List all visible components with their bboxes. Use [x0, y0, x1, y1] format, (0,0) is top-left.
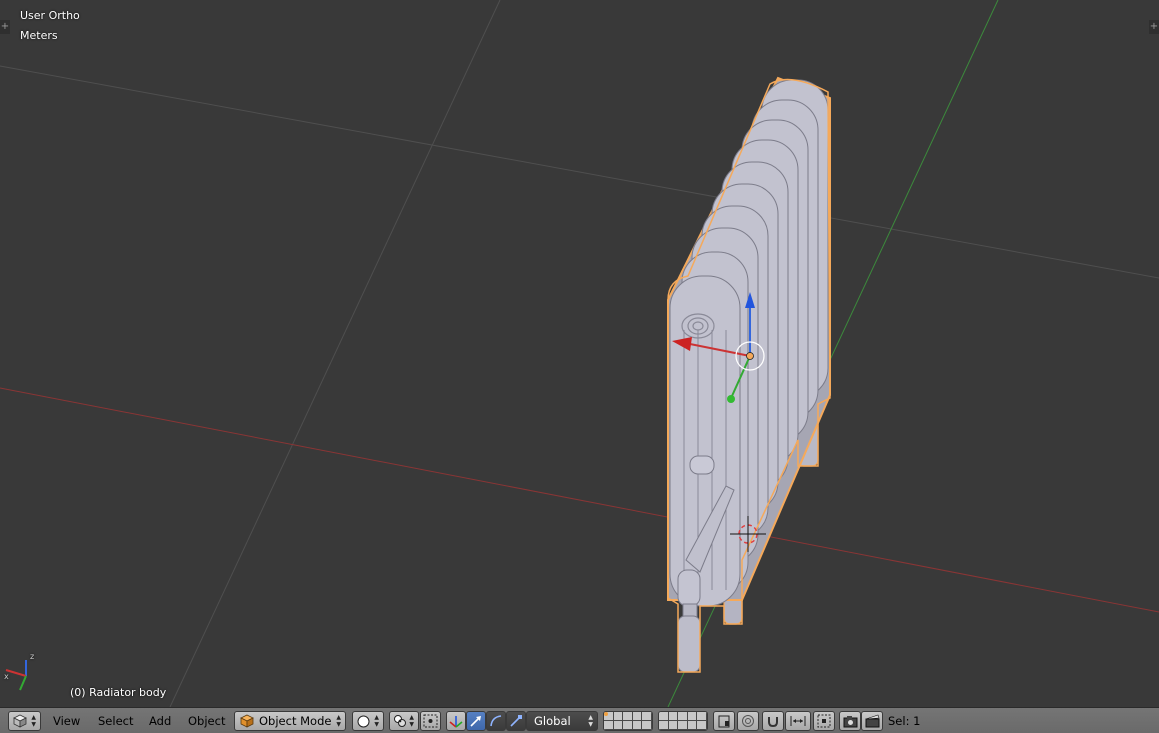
dropdown-arrows-icon: ▲ ▼ [374, 714, 379, 728]
translate-icon [470, 716, 481, 727]
mode-dropdown[interactable]: Object Mode ▲ ▼ [234, 711, 346, 731]
dropdown-arrows-icon: ▲ ▼ [588, 714, 593, 728]
manipulator-toggle-icon [449, 716, 463, 728]
viewport-shading-dropdown[interactable]: ▲ ▼ [352, 711, 384, 731]
mini-axis-x-label: x [4, 672, 9, 681]
solid-shading-sphere-icon [357, 715, 370, 727]
clapperboard-icon [865, 714, 879, 728]
rotate-mode-button[interactable] [486, 711, 506, 731]
opengl-render-animation-button[interactable] [861, 711, 883, 731]
x-axis-line [0, 387, 1159, 613]
pivot-point-dropdown[interactable]: ▲ ▼ [389, 711, 419, 731]
snap-increment-icon [790, 716, 806, 726]
orientation-label: Global [534, 714, 571, 728]
cube-icon [13, 714, 27, 728]
properties-expand-icon[interactable]: + [1149, 20, 1159, 34]
mode-label: Object Mode [259, 714, 332, 728]
dropdown-arrows-icon: ▲ ▼ [31, 714, 36, 728]
snap-target-icon [817, 714, 831, 728]
menu-object[interactable]: Object [188, 714, 225, 728]
proportional-editing-button[interactable] [737, 711, 759, 731]
magnet-icon [768, 717, 778, 728]
grid-line [0, 65, 1159, 279]
rotate-icon [490, 715, 502, 727]
snap-element-dropdown[interactable] [785, 711, 811, 731]
viewport-scene[interactable] [0, 0, 1159, 707]
translate-mode-button[interactable] [466, 711, 486, 731]
manipulate-center-button[interactable] [420, 711, 441, 731]
lock-layers-button[interactable] [713, 711, 735, 731]
snap-toggle-button[interactable] [762, 711, 784, 731]
transform-orientation-dropdown[interactable]: Global ▲ ▼ [526, 711, 598, 731]
editor-type-button[interactable]: ▲ ▼ [8, 711, 41, 731]
menu-select[interactable]: Select [98, 714, 133, 728]
dropdown-arrows-icon: ▲ ▼ [409, 714, 414, 728]
layers-group-2[interactable] [658, 711, 708, 731]
object-origin [746, 352, 754, 360]
y-handle-dot [727, 395, 735, 403]
mini-axis-z-label: z [30, 652, 35, 661]
menu-view[interactable]: View [53, 714, 80, 728]
menu-add[interactable]: Add [149, 714, 171, 728]
tool-shelf-expand-icon[interactable]: + [0, 20, 10, 34]
units-label: Meters [20, 29, 58, 42]
dropdown-arrows-icon: ▲ ▼ [336, 714, 341, 728]
snap-target-dropdown[interactable] [813, 711, 835, 731]
center-points-icon [423, 714, 438, 728]
active-layer-dot [604, 712, 608, 716]
object-info-label: (0) Radiator body [70, 686, 167, 699]
view-name-label: User Ortho [20, 9, 80, 22]
scale-mode-button[interactable] [506, 711, 526, 731]
object-mode-cube-icon [240, 714, 254, 728]
layer-lock-icon [718, 715, 730, 728]
radiator-object[interactable] [667, 76, 831, 673]
layers-group-1[interactable] [603, 711, 653, 731]
pivot-point-icon [394, 715, 406, 727]
scale-icon [510, 715, 522, 727]
3d-viewport[interactable]: User Ortho Meters (0) Radiator body z x … [0, 0, 1159, 707]
mini-axes-indicator [5, 660, 27, 691]
proportional-edit-icon [742, 715, 754, 727]
camera-icon [843, 716, 857, 728]
opengl-render-image-button[interactable] [839, 711, 861, 731]
selection-count-status: Sel: 1 [888, 714, 921, 728]
manipulator-toggle-button[interactable] [446, 711, 466, 731]
viewport-header: ▲ ▼ View Select Add Object Object Mode ▲ ▼… [0, 707, 1159, 733]
